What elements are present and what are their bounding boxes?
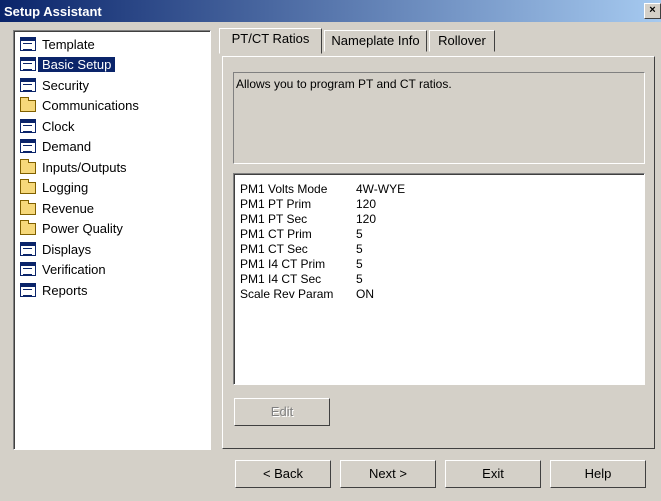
tab-label: PT/CT Ratios (231, 31, 310, 46)
tab-pt-ct-ratios[interactable]: PT/CT Ratios (219, 28, 322, 54)
sidebar-item-power-quality[interactable]: Power Quality (18, 219, 208, 239)
sidebar-item-label: Revenue (42, 201, 95, 216)
sidebar-item-label: Reports (42, 283, 88, 298)
sidebar-item-label: Displays (42, 242, 92, 257)
sidebar-item-label: Demand (42, 139, 92, 154)
title-bar: Setup Assistant × (0, 0, 661, 22)
sidebar-item-revenue[interactable]: Revenue (18, 199, 208, 219)
setting-value: 4W-WYE (356, 182, 406, 196)
setting-value: 5 (356, 272, 363, 286)
sidebar-item-displays[interactable]: Displays (18, 240, 208, 260)
close-button[interactable]: × (644, 3, 661, 19)
sidebar-item-clock[interactable]: Clock (18, 117, 208, 137)
exit-button[interactable]: Exit (445, 460, 541, 488)
sidebar-item-label: Verification (42, 262, 106, 277)
setting-name: PM1 Volts Mode (240, 182, 328, 196)
document-icon (20, 262, 36, 276)
tab-rollover[interactable]: Rollover (429, 30, 495, 52)
next-button-label: Next > (369, 466, 407, 481)
sidebar-item-verification[interactable]: Verification (18, 260, 208, 280)
next-button[interactable]: Next > (340, 460, 436, 488)
setting-name: PM1 I4 CT Prim (240, 257, 326, 271)
setting-value: 120 (356, 212, 377, 226)
setting-name: PM1 CT Prim (240, 227, 312, 241)
tab-label: Rollover (438, 33, 486, 48)
sidebar-item-label: Logging (42, 180, 89, 195)
document-icon (20, 78, 36, 92)
sidebar-tree: Template Basic Setup Security Communicat… (13, 30, 211, 450)
exit-button-label: Exit (482, 466, 504, 481)
close-icon: × (649, 4, 656, 16)
folder-icon (20, 159, 36, 174)
setting-name: PM1 CT Sec (240, 242, 308, 256)
sidebar-item-label: Security (42, 78, 89, 93)
sidebar-item-security[interactable]: Security (18, 76, 208, 96)
sidebar-item-basic-setup[interactable]: Basic Setup (18, 55, 208, 75)
tab-nameplate-info[interactable]: Nameplate Info (324, 30, 427, 52)
description-box: Allows you to program PT and CT ratios. (233, 72, 645, 164)
folder-icon (20, 97, 36, 112)
document-icon (20, 283, 36, 297)
sidebar-item-reports[interactable]: Reports (18, 281, 208, 301)
setting-value: 5 (356, 257, 363, 271)
sidebar-item-label: Communications (42, 98, 139, 113)
help-button-label: Help (584, 466, 612, 481)
folder-icon (20, 220, 36, 235)
setting-name: PM1 PT Prim (240, 197, 312, 211)
setting-value: 5 (356, 227, 363, 241)
settings-list[interactable]: PM1 Volts Mode 4W-WYE PM1 PT Prim 120 PM… (233, 173, 645, 385)
back-button-label: < Back (262, 466, 304, 481)
sidebar-item-communications[interactable]: Communications (18, 96, 208, 116)
document-icon (20, 119, 36, 133)
window-title: Setup Assistant (4, 4, 102, 19)
document-icon (20, 242, 36, 256)
document-icon (20, 139, 36, 153)
sidebar-item-template[interactable]: Template (18, 35, 208, 55)
setting-name: Scale Rev Param (240, 287, 334, 301)
tab-label: Nameplate Info (331, 33, 420, 48)
sidebar-item-label: Power Quality (42, 221, 123, 236)
sidebar-item-label: Inputs/Outputs (42, 160, 127, 175)
sidebar-item-label: Clock (42, 119, 75, 134)
folder-icon (20, 200, 36, 215)
setting-value: 120 (356, 197, 377, 211)
document-icon (20, 37, 36, 51)
folder-icon (20, 179, 36, 194)
document-icon (20, 57, 36, 71)
edit-button[interactable]: Edit (234, 398, 330, 426)
sidebar-item-logging[interactable]: Logging (18, 178, 208, 198)
setting-value: ON (356, 287, 374, 301)
setting-name: PM1 PT Sec (240, 212, 308, 226)
sidebar-item-demand[interactable]: Demand (18, 137, 208, 157)
back-button[interactable]: < Back (235, 460, 331, 488)
sidebar-item-inputs-outputs[interactable]: Inputs/Outputs (18, 158, 208, 178)
help-button[interactable]: Help (550, 460, 646, 488)
setting-value: 5 (356, 242, 363, 256)
edit-button-label: Edit (270, 404, 294, 419)
sidebar-item-label: Basic Setup (38, 57, 116, 72)
sidebar-item-label: Template (42, 37, 95, 52)
setting-name: PM1 I4 CT Sec (240, 272, 322, 286)
description-text: Allows you to program PT and CT ratios. (236, 77, 452, 91)
